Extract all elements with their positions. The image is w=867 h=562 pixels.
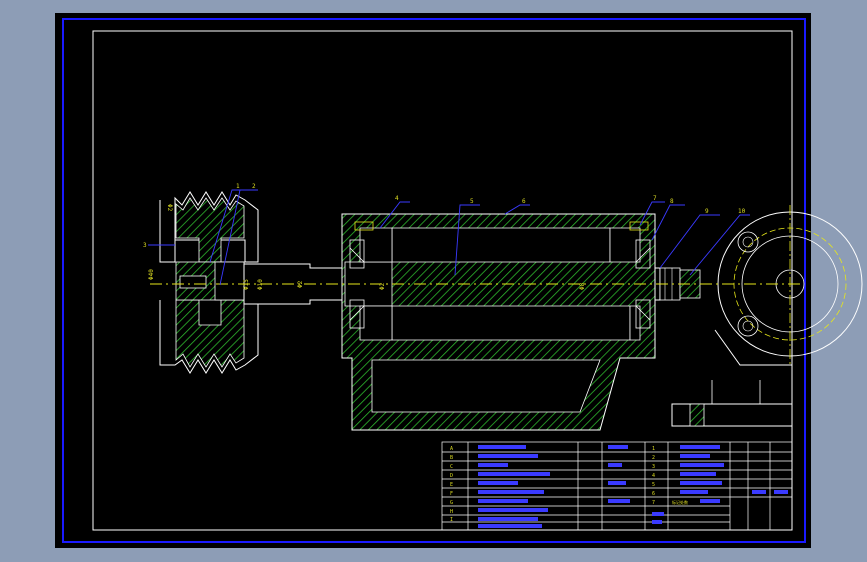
row-label-2: 2 (652, 455, 655, 461)
callout-6: 6 (522, 198, 526, 205)
row-label-g: G (450, 500, 453, 506)
row-label-f: F (450, 491, 453, 497)
callout-1: 1 (236, 183, 240, 190)
row-label-b: B (450, 455, 453, 461)
dim-label-2: Φ40 (148, 269, 155, 280)
callout-10: 10 (738, 208, 746, 215)
row-label-3: 3 (652, 464, 655, 470)
dim-label-5: Φ10 (257, 279, 264, 290)
callout-4: 4 (395, 195, 399, 202)
dim-label-4: Φ15 (243, 279, 250, 290)
cad-drawing-canvas: 1 2 3 4 5 6 7 8 9 10 Φ2 Φ40 Φ2 Φ15 Φ10 Φ… (55, 13, 863, 548)
dim-label-6: Φ2 (379, 282, 386, 290)
callout-5: 5 (470, 198, 474, 205)
row-label-d: D (450, 473, 453, 479)
row-label-a: A (450, 446, 453, 452)
row-label-1: 1 (652, 446, 655, 452)
row-label-5: 5 (652, 482, 655, 488)
callout-7: 7 (653, 195, 657, 202)
row-label-4: 4 (652, 473, 655, 479)
callout-2: 2 (252, 183, 256, 190)
row-label-i: I (450, 517, 453, 523)
title-block-note: 标记处数 (672, 499, 688, 505)
row-label-e: E (450, 482, 453, 488)
row-label-c: C (450, 464, 453, 470)
bearing-housing (341, 213, 656, 431)
row-label-6: 6 (652, 491, 655, 497)
dim-label-7: Φ8 (579, 282, 586, 290)
dim-label-1: Φ2 (166, 204, 173, 212)
row-label-h: H (450, 509, 453, 515)
callout-9: 9 (705, 208, 709, 215)
dim-label-3: Φ2 (297, 280, 304, 288)
callout-3: 3 (143, 242, 147, 249)
row-label-7: 7 (652, 500, 655, 506)
callout-8: 8 (670, 198, 674, 205)
